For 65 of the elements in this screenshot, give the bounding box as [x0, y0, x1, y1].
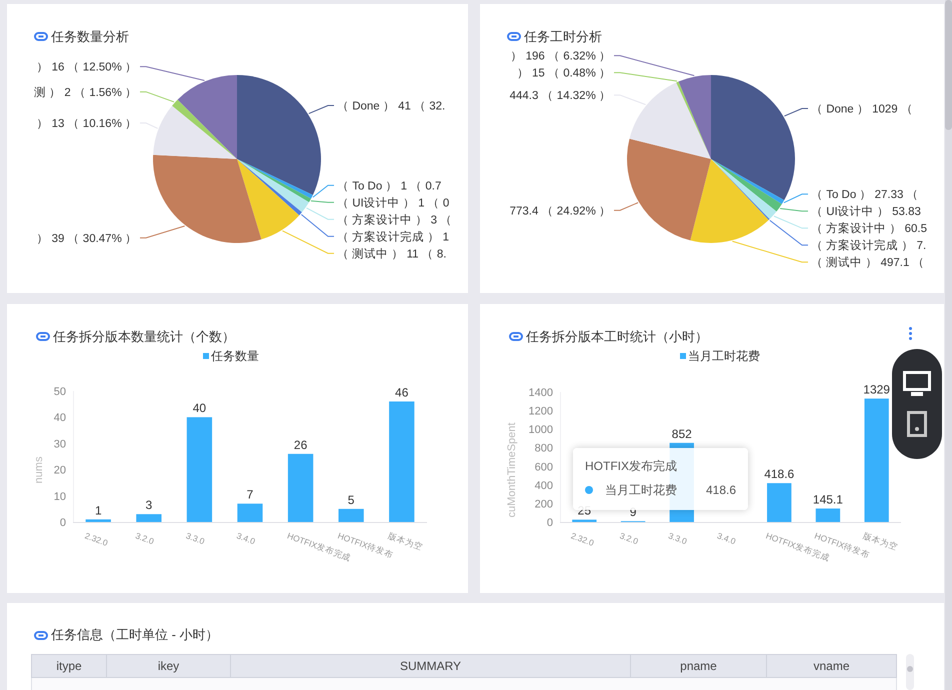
value-label: 145.1 — [812, 492, 843, 507]
card-title: 任务工时分析 — [524, 30, 602, 43]
y-tick-label: 400 — [534, 480, 553, 492]
slice-label: 444.3 （ 14.32% ） — [510, 90, 611, 102]
tooltip-title: HOTFIX发布完成 — [585, 458, 678, 474]
value-label: 3 — [146, 498, 152, 512]
y-tick-label: 20 — [54, 464, 66, 477]
slice-label: ） 196 （ 6.32% ） — [510, 50, 611, 63]
x-tick-label: 3.2.0 — [134, 530, 156, 546]
y-tick-label: 200 — [534, 498, 553, 510]
y-tick-label: 1400 — [528, 387, 553, 399]
tooltip-series: 当月工时花费 — [605, 482, 678, 498]
x-tick-label: 3.4.0 — [716, 530, 737, 546]
slice-label: （ 方案设计中 ） 60.5 — [811, 223, 927, 236]
y-axis-title: nums — [33, 456, 45, 484]
slice-label: （ 方案设计中 ） 3 （ — [337, 214, 452, 226]
y-tick-label: 800 — [534, 442, 553, 455]
x-tick-label: 2.32.0 — [84, 530, 110, 548]
card-title: 任务拆分版本工时统计（小时） — [526, 330, 708, 343]
slice-label: （ UI设计中 ） 1 （ 0 — [337, 197, 450, 210]
slice-label: ） 15 （ 0.48% ） — [516, 68, 611, 80]
value-label: 1 — [94, 503, 102, 518]
value-label: 852 — [672, 426, 692, 441]
slice-label: 773.4 （ 24.92% ） — [510, 205, 611, 218]
slice-label: （ 方案设计完成 ） 1 — [337, 231, 449, 244]
x-tick-label: 3.4.0 — [235, 530, 256, 546]
slice-label: （ To Do ） 1 （ 0.7 — [337, 180, 442, 192]
slice-label: （ 方案设计完成 ） 7. — [811, 240, 926, 252]
x-tick-label: 3.3.0 — [184, 530, 206, 546]
slice-label: （ 测试中 ） 497.1 （ — [811, 257, 925, 270]
tooltip-value: 418.6 — [706, 482, 736, 498]
slice-label: （ Done ） 41 （ 32. — [337, 100, 446, 113]
slice-label: （ Done ） 1029 （ — [811, 104, 913, 116]
x-tick-label: 3.3.0 — [667, 530, 688, 546]
y-tick-label: 0 — [60, 517, 66, 529]
value-label: 26 — [294, 438, 308, 452]
slice-label: （ UI设计中 ） 53.83 — [811, 206, 921, 218]
value-label: 46 — [395, 385, 408, 400]
y-tick-label: 10 — [54, 490, 66, 503]
card-title: 任务拆分版本数量统计（个数） — [53, 330, 235, 343]
card-title: 任务信息（工时单位 - 小时） — [51, 626, 219, 644]
x-tick-label: 3.2.0 — [618, 530, 640, 546]
slice-label: （ 测试中 ） 11 （ 8. — [337, 248, 447, 260]
y-tick-label: 40 — [54, 412, 66, 424]
y-tick-label: 1000 — [528, 424, 553, 436]
value-label: 418.6 — [764, 467, 794, 482]
y-axis-title: cuMonthTimeSpent — [506, 422, 518, 518]
y-tick-label: 30 — [54, 438, 66, 450]
value-label: 9 — [630, 505, 636, 520]
y-tick-label: 0 — [546, 517, 553, 529]
x-tick-label: 2.32.0 — [570, 530, 596, 548]
slice-label: ） 13 （ 10.16% ） — [36, 118, 137, 130]
value-label: 1329 — [863, 382, 890, 397]
y-tick-label: 1200 — [528, 406, 553, 418]
slice-label: 测 ） 2 （ 1.56% ） — [34, 86, 137, 99]
value-label: 25 — [578, 504, 592, 518]
card-title: 任务数量分析 — [51, 30, 129, 43]
y-tick-label: 50 — [54, 386, 66, 398]
y-tick-label: 600 — [534, 461, 553, 474]
slice-label: ） 16 （ 12.50% ） — [36, 62, 137, 74]
value-label: 7 — [246, 488, 254, 502]
value-label: 40 — [192, 401, 206, 416]
slice-label: ） 39 （ 30.47% ） — [36, 232, 137, 245]
value-label: 5 — [348, 492, 354, 507]
slice-label: （ To Do ） 27.33 （ — [811, 189, 919, 202]
